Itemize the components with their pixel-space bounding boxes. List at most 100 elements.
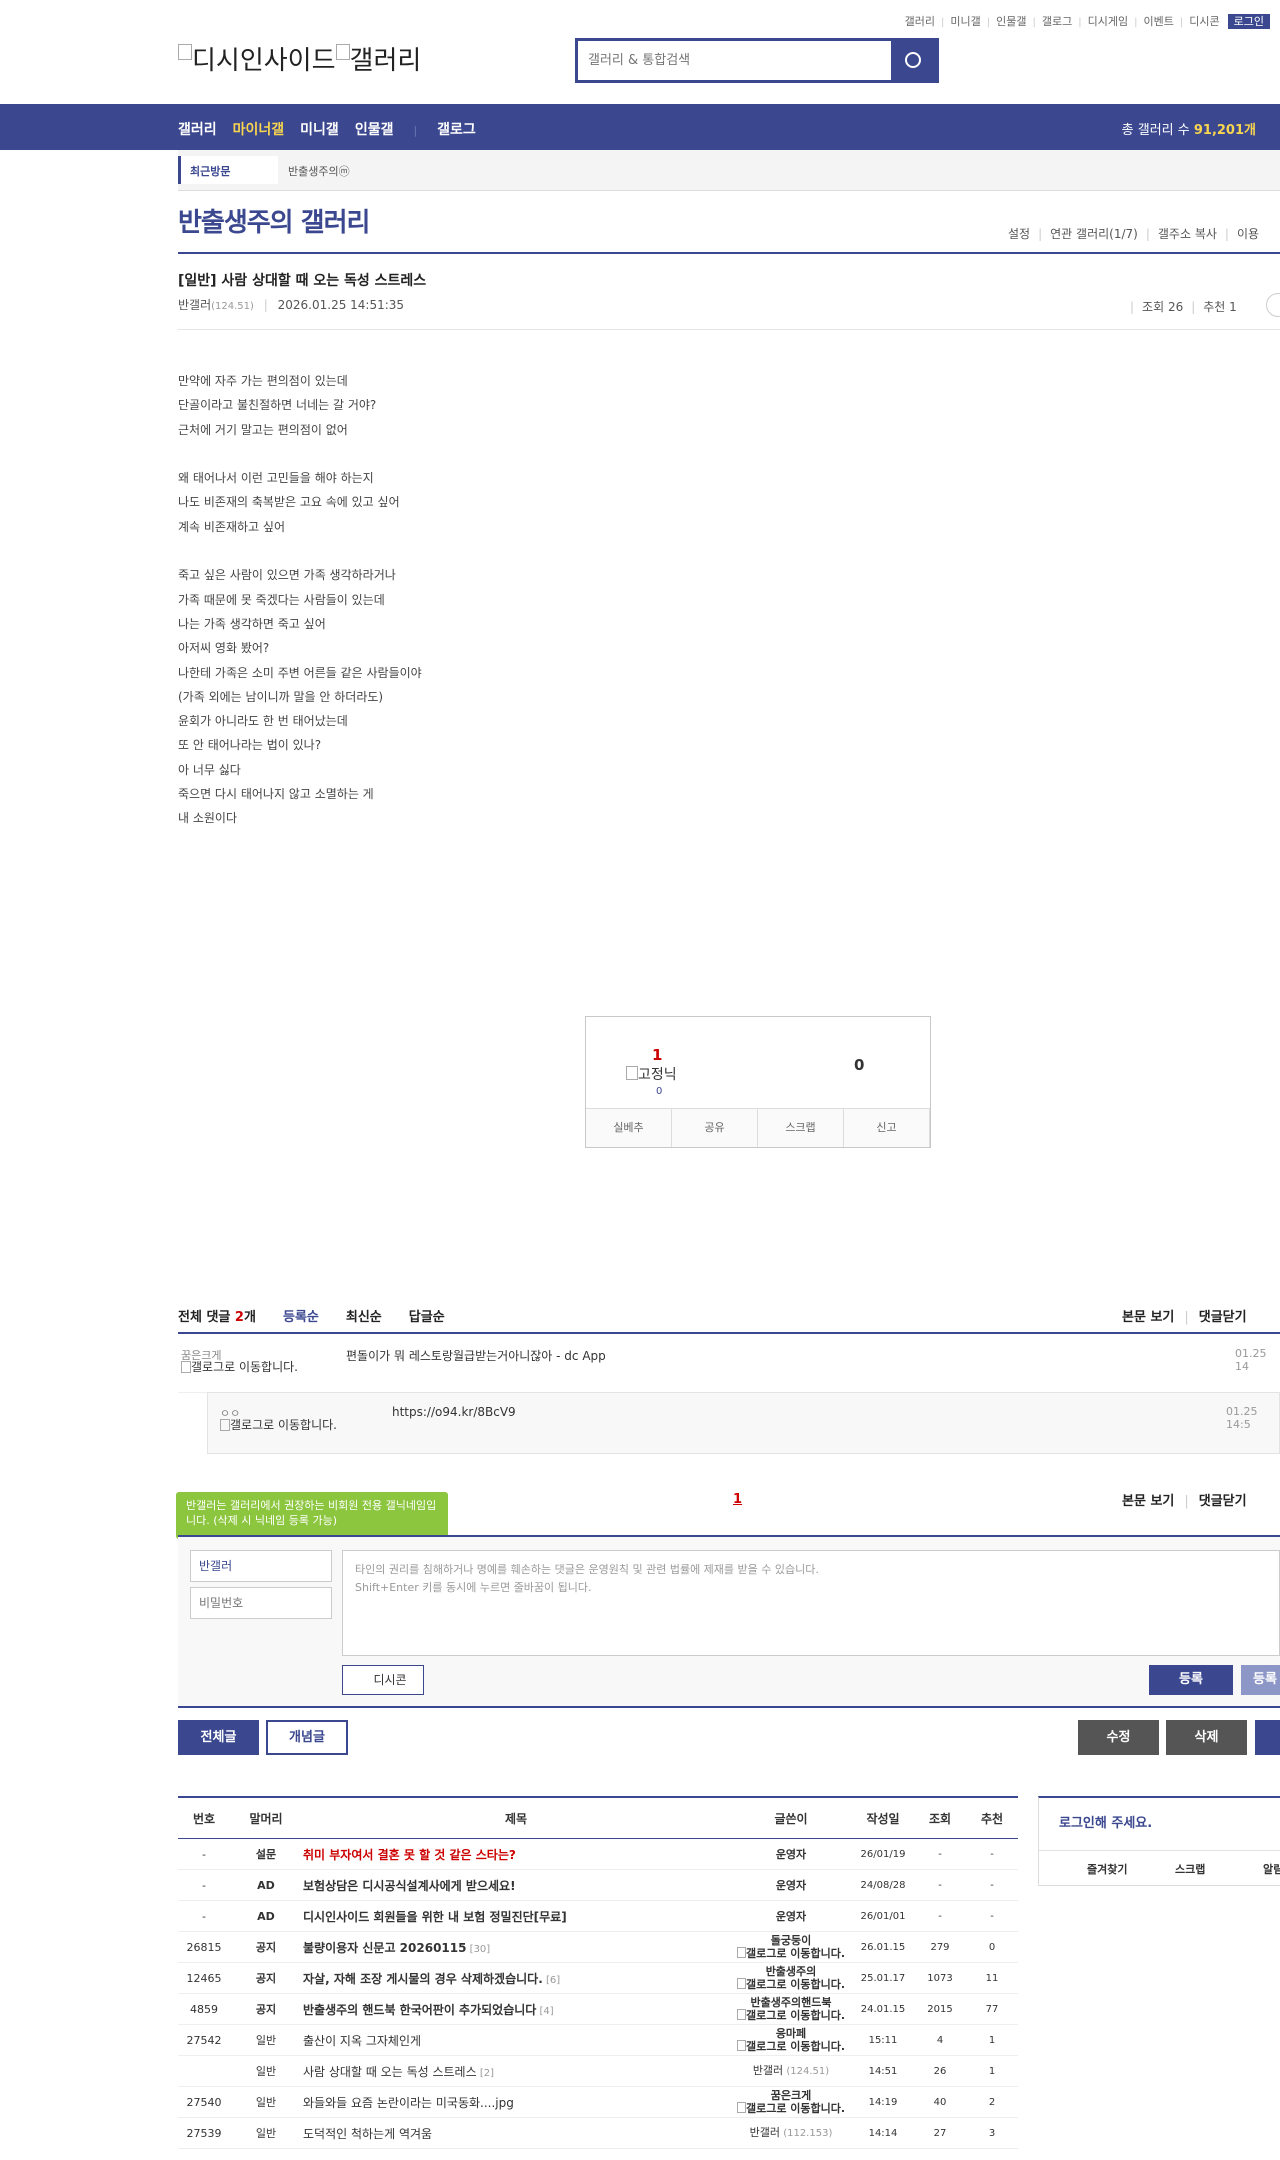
comment-submit-button-2[interactable]: 등록 — [1241, 1665, 1280, 1695]
reply-gallog-image[interactable]: 갤로그로 이동합니다. — [220, 1419, 350, 1432]
recommend-action-button[interactable]: 스크랩 — [758, 1108, 844, 1147]
row-gallog-alt: 갤로그로 이동합니다. — [745, 2102, 846, 2115]
edit-button[interactable]: 수정 — [1078, 1720, 1159, 1755]
util-link[interactable]: 인물갤 — [996, 15, 1026, 28]
util-link[interactable]: 미니갤 — [950, 15, 980, 28]
nav-item[interactable]: 인물갤 — [355, 122, 394, 138]
row-gallog-image[interactable]: 갤로그로 이동합니다. — [731, 1947, 851, 1960]
table-row[interactable]: 27542 일반 출산이 지옥 그자체인게 응마페 갤로그로 이동합니다. 15:11 4 1 — [178, 2024, 1018, 2056]
reply-text[interactable]: https://o94.kr/8BcV9 — [392, 1405, 516, 1419]
post-author[interactable]: 반갤러 — [178, 298, 211, 312]
login-button[interactable]: 로그인 — [1227, 14, 1270, 29]
nav-item[interactable]: 마이너갤 — [233, 122, 285, 138]
nickname-field[interactable]: 반갤러 — [190, 1550, 332, 1582]
row-gallog-image[interactable]: 갤로그로 이동합니다. — [731, 2009, 851, 2022]
search-button[interactable] — [891, 41, 936, 80]
login-prompt[interactable]: 로그인해 주세요. — [1059, 1812, 1152, 1831]
link-divider: | — [1184, 1310, 1189, 1325]
dccon-button[interactable]: 디시콘 — [342, 1665, 424, 1695]
comment-page-current[interactable]: 1 — [733, 1492, 742, 1507]
comment-textarea[interactable]: 타인의 권리를 침해하거나 명예를 훼손하는 댓글은 운영원칙 및 관련 법률에… — [342, 1550, 1280, 1656]
comment-submit-button[interactable]: 등록 — [1149, 1665, 1233, 1695]
row-writer[interactable]: 반출생주의 — [731, 1965, 851, 1978]
row-gallog-image[interactable]: 갤로그로 이동합니다. — [731, 2102, 851, 2115]
row-title[interactable]: 보험상담은 디시공식설계사에게 받으세요! — [303, 1879, 516, 1893]
gallery-header-link[interactable]: 설정 — [1008, 227, 1030, 241]
search-input[interactable] — [580, 43, 880, 77]
side-link[interactable]: 스크랩 — [1175, 1861, 1205, 1877]
row-date: 14:51 — [852, 2055, 914, 2087]
row-writer[interactable]: 반갤러 (124.51) — [731, 2064, 851, 2078]
util-link[interactable]: 이벤트 — [1144, 15, 1174, 28]
recommend-action-button[interactable]: 실베추 — [586, 1108, 672, 1147]
util-link[interactable]: 디시게임 — [1088, 15, 1128, 28]
side-link[interactable]: 알림 — [1263, 1861, 1280, 1877]
row-title[interactable]: 디시인사이드 회원들을 위한 내 보험 정밀진단[무료] — [303, 1910, 567, 1924]
row-title[interactable]: 반출생주의 핸드북 한국어판이 추가되었습니다 — [303, 2003, 536, 2017]
nav-item[interactable]: 갤로그 — [437, 122, 476, 138]
comment-sort-option[interactable]: 최신순 — [346, 1310, 382, 1325]
write-post-button[interactable] — [1255, 1720, 1280, 1755]
comment-view-link[interactable]: 댓글닫기 — [1199, 1494, 1247, 1509]
gallery-header-link[interactable]: 갤주소 복사 — [1158, 227, 1217, 241]
row-writer[interactable]: 반출생주의핸드북 — [731, 1996, 851, 2009]
row-writer[interactable]: 반갤러 (112.153) — [731, 2126, 851, 2140]
comment-sort-option[interactable]: 답글순 — [409, 1310, 445, 1325]
comment-right-links-bottom: 본문 보기 | 댓글닫기 — [1122, 1490, 1247, 1509]
util-link[interactable]: 갤러리 — [905, 15, 935, 28]
table-row[interactable]: 27539 일반 도덕적인 척하는게 역겨움 반갤러 (112.153) 14:14 27… — [178, 2117, 1018, 2149]
recent-item-banchulsaeng[interactable]: 반출생주의ⓜ — [288, 163, 350, 179]
comment-sorts: 등록순 최신순 답글순 — [283, 1306, 472, 1325]
row-writer[interactable]: 운영자 — [731, 1848, 851, 1861]
post-meta-circle-icon[interactable] — [1266, 293, 1280, 317]
row-title[interactable]: 사람 상대할 때 오는 독성 스트레스 — [303, 2065, 477, 2079]
row-recommend: 0 — [966, 1931, 1018, 1963]
nav-item[interactable]: 미니갤 — [300, 122, 339, 138]
gallery-title[interactable]: 반출생주의 갤러리 — [178, 202, 370, 239]
row-title[interactable]: 출산이 지옥 그자체인게 — [303, 2034, 421, 2048]
row-title[interactable]: 자살, 자해 조장 게시물의 경우 삭제하겠습니다. — [303, 1972, 543, 1986]
nav-item[interactable]: 갤러리 — [178, 122, 217, 138]
delete-button[interactable]: 삭제 — [1166, 1720, 1247, 1755]
row-writer[interactable]: 응마페 — [731, 2027, 851, 2040]
row-writer[interactable]: 꿈은크게 — [731, 2089, 851, 2102]
table-row[interactable]: 12465 공지 자살, 자해 조장 게시물의 경우 삭제하겠습니다. [6] 반출생… — [178, 1962, 1018, 1994]
gallery-header-link[interactable]: 이용 — [1237, 227, 1259, 241]
all-posts-button[interactable]: 전체글 — [178, 1720, 259, 1755]
comment-view-link[interactable]: 본문 보기 — [1122, 1310, 1174, 1325]
password-field[interactable] — [190, 1587, 332, 1619]
side-link[interactable]: 즐겨찾기 — [1087, 1861, 1127, 1877]
recommend-down-count: 0 — [854, 1056, 865, 1074]
gallery-header-link[interactable]: 연관 갤러리(1/7) — [1050, 227, 1138, 241]
comment-sort-option[interactable]: 등록순 — [283, 1310, 319, 1325]
recommend-action-button[interactable]: 공유 — [672, 1108, 758, 1147]
comment-gallog-image[interactable]: 갤로그로 이동합니다. — [181, 1361, 311, 1374]
row-date: 14:19 — [852, 2086, 914, 2118]
row-title[interactable]: 취미 부자여서 결혼 못 할 것 같은 스타는? — [303, 1848, 516, 1862]
row-gallog-image[interactable]: 갤로그로 이동합니다. — [731, 2040, 851, 2053]
row-gallog-image[interactable]: 갤로그로 이동합니다. — [731, 1978, 851, 1991]
concept-posts-button[interactable]: 개념글 — [266, 1720, 348, 1755]
comment-header: 전체 댓글 2개 — [178, 1306, 256, 1325]
row-writer[interactable]: 운영자 — [731, 1879, 851, 1892]
post-body-line: 또 안 태어나라는 법이 있나? — [178, 738, 322, 753]
table-row[interactable]: 27540 일반 와들와들 요즘 논란이라는 미국동화....jpg 꿈은크게 갤로그로… — [178, 2086, 1018, 2118]
recommend-action-button[interactable]: 신고 — [844, 1108, 930, 1147]
recommend-fixed-image[interactable]: 고정닉 — [626, 1064, 677, 1084]
comment-view-link[interactable]: 본문 보기 — [1122, 1494, 1174, 1509]
util-link[interactable]: 디시콘 — [1189, 15, 1219, 28]
row-title[interactable]: 도덕적인 척하는게 역겨움 — [303, 2127, 432, 2141]
util-link[interactable]: 갤로그 — [1042, 15, 1072, 28]
table-row[interactable]: - 설문 취미 부자여서 결혼 못 할 것 같은 스타는? 운영자 26/01/19- - — [178, 1838, 1018, 1870]
row-title[interactable]: 와들와들 요즘 논란이라는 미국동화....jpg — [303, 2096, 514, 2110]
table-row[interactable]: - AD 디시인사이드 회원들을 위한 내 보험 정밀진단[무료] 운영자 26/01/… — [178, 1900, 1018, 1932]
table-row[interactable]: 일반 사람 상대할 때 오는 독성 스트레스 [2] 반갤러 (124.51) 14:… — [178, 2055, 1018, 2087]
table-row[interactable]: 4859 공지 반출생주의 핸드북 한국어판이 추가되었습니다 [4] 반출생주의핸드… — [178, 1993, 1018, 2025]
table-row[interactable]: - AD 보험상담은 디시공식설계사에게 받으세요! 운영자 24/08/28- - — [178, 1869, 1018, 1901]
table-row[interactable]: 26815 공지 불량이용자 신문고 20260115 [30] 돌궁둥이 갤로그로 이… — [178, 1931, 1018, 1963]
logo[interactable]: 디시인사이드 갤러리 — [178, 40, 421, 77]
row-writer[interactable]: 운영자 — [731, 1910, 851, 1923]
row-title[interactable]: 불량이용자 신문고 20260115 — [303, 1941, 466, 1955]
comment-view-link[interactable]: 댓글닫기 — [1199, 1310, 1247, 1325]
row-writer[interactable]: 돌궁둥이 — [731, 1934, 851, 1947]
